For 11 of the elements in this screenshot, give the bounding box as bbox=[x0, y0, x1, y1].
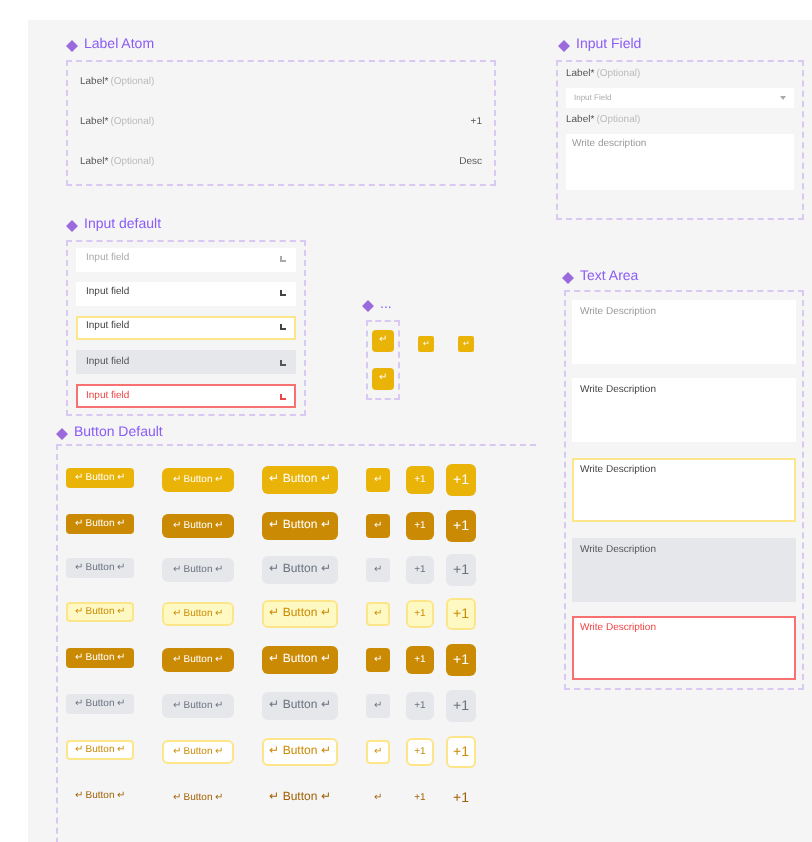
component-icon bbox=[362, 299, 374, 311]
component-icon bbox=[56, 427, 68, 439]
return-icon bbox=[280, 359, 286, 366]
component-icon bbox=[66, 219, 78, 231]
return-icon bbox=[280, 393, 286, 400]
return-icon bbox=[280, 324, 286, 331]
component-icon bbox=[562, 271, 574, 283]
return-icon bbox=[280, 290, 286, 297]
component-icon bbox=[558, 39, 570, 51]
return-icon bbox=[280, 256, 286, 263]
component-icon bbox=[66, 39, 78, 51]
